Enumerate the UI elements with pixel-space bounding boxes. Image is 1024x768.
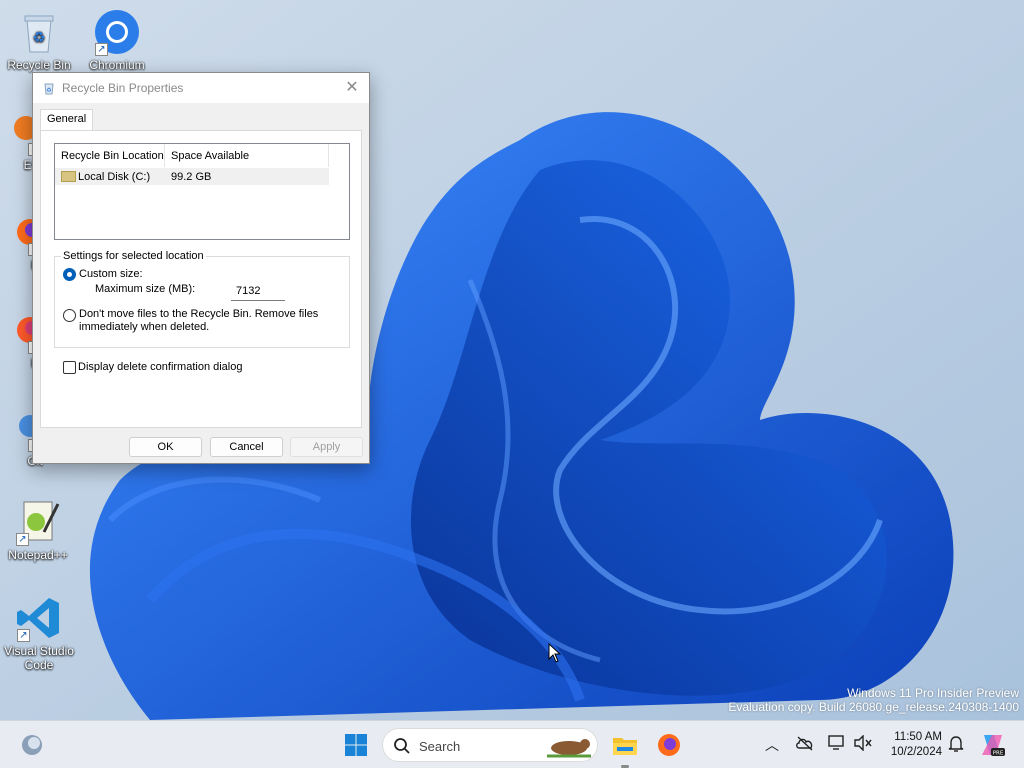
delete-confirmation-checkbox[interactable] bbox=[63, 361, 76, 374]
onedrive-tray-button[interactable] bbox=[795, 735, 815, 754]
show-hidden-icons-button[interactable]: ︿ bbox=[765, 735, 779, 755]
windows-watermark: Windows 11 Pro Insider Preview Evaluatio… bbox=[728, 686, 1019, 714]
bell-icon bbox=[948, 736, 964, 752]
dialog-title: Recycle Bin Properties bbox=[62, 81, 184, 95]
desktop-icon-label: Recycle Bin bbox=[7, 58, 71, 72]
network-icon bbox=[828, 735, 844, 750]
windows-logo-icon bbox=[345, 734, 367, 756]
search-icon bbox=[394, 738, 410, 754]
list-header: Recycle Bin Location Space Available bbox=[55, 144, 349, 168]
folder-icon bbox=[61, 171, 76, 183]
watermark-line-2: Evaluation copy. Build 26080.ge_release.… bbox=[728, 700, 1019, 714]
desktop-icon-label: Chromium bbox=[89, 58, 145, 72]
chromium-icon: ↗ bbox=[93, 8, 141, 56]
list-item[interactable]: Local Disk (C:) 99.2 GB bbox=[55, 168, 329, 185]
tab-general[interactable]: General bbox=[40, 109, 94, 131]
desktop-icon-recycle-bin[interactable]: ♻ Recycle Bin bbox=[1, 8, 77, 72]
widgets-button[interactable] bbox=[16, 729, 48, 761]
ok-button[interactable]: OK bbox=[129, 437, 202, 457]
notifications-button[interactable] bbox=[948, 735, 964, 756]
recycle-bin-location-list[interactable]: Recycle Bin Location Space Available Loc… bbox=[54, 143, 350, 240]
general-tab-page: Recycle Bin Location Space Available Loc… bbox=[40, 130, 362, 428]
recycle-bin-properties-dialog: ♻ Recycle Bin Properties ✕ General Recyc… bbox=[32, 72, 370, 464]
max-size-label: Maximum size (MB): bbox=[95, 283, 196, 295]
close-icon: ✕ bbox=[345, 79, 359, 96]
notepad-plus-plus-icon: ↗ bbox=[14, 498, 62, 546]
cloud-offline-icon bbox=[796, 736, 813, 751]
recycle-bin-small-icon: ♻ bbox=[42, 81, 56, 95]
watermark-line-1: Windows 11 Pro Insider Preview bbox=[847, 686, 1019, 700]
cancel-button[interactable]: Cancel bbox=[210, 437, 283, 457]
search-placeholder: Search bbox=[419, 739, 461, 754]
apply-button[interactable]: Apply bbox=[290, 437, 363, 457]
firefox-taskbar-button[interactable] bbox=[653, 729, 685, 761]
close-button[interactable]: ✕ bbox=[341, 78, 363, 98]
space-available-value: 99.2 GB bbox=[171, 170, 212, 183]
desktop-icon-vscode[interactable]: ↗ Visual Studio Code bbox=[1, 594, 77, 672]
volume-tray-button[interactable] bbox=[853, 734, 873, 754]
copilot-button[interactable]: PRE bbox=[978, 731, 1006, 759]
desktop-icon-notepad-plus-plus[interactable]: ↗ Notepad++ bbox=[0, 498, 76, 562]
shortcut-arrow-icon: ↗ bbox=[95, 43, 108, 56]
max-size-input[interactable] bbox=[231, 281, 285, 301]
file-explorer-icon bbox=[613, 738, 637, 755]
speaker-muted-icon bbox=[854, 734, 872, 752]
start-button[interactable] bbox=[340, 729, 372, 761]
column-header-location[interactable]: Recycle Bin Location bbox=[55, 144, 165, 167]
custom-size-radio[interactable] bbox=[63, 268, 76, 281]
recycle-bin-icon: ♻ bbox=[15, 8, 63, 56]
custom-size-label: Custom size: bbox=[79, 268, 143, 280]
desktop-icon-label: Notepad++ bbox=[8, 548, 68, 562]
taskbar: Search ︿ 11:50 AM 10/2/2024 PRE bbox=[0, 720, 1024, 768]
copilot-icon: PRE bbox=[982, 735, 1005, 757]
dont-move-files-radio[interactable] bbox=[63, 309, 76, 322]
desktop-icon-label: Visual Studio Code bbox=[4, 644, 74, 672]
settings-group-legend: Settings for selected location bbox=[61, 250, 206, 262]
dont-move-files-label-line2: immediately when deleted. bbox=[79, 321, 210, 333]
shortcut-arrow-icon: ↗ bbox=[17, 629, 30, 642]
location-name: Local Disk (C:) bbox=[78, 170, 151, 183]
desktop-icon-chromium[interactable]: ↗ Chromium bbox=[79, 8, 155, 72]
network-tray-button[interactable] bbox=[827, 735, 847, 754]
shortcut-arrow-icon: ↗ bbox=[16, 533, 29, 546]
clock-date: 10/2/2024 bbox=[890, 746, 942, 758]
firefox-icon bbox=[658, 734, 680, 756]
widgets-icon bbox=[22, 735, 42, 755]
clock-time: 11:50 AM bbox=[894, 731, 942, 743]
svg-text:PRE: PRE bbox=[993, 751, 1004, 757]
search-highlight-icon bbox=[547, 739, 591, 758]
column-header-space[interactable]: Space Available bbox=[165, 144, 329, 167]
svg-text:♻: ♻ bbox=[33, 30, 46, 46]
chevron-up-icon: ︿ bbox=[765, 737, 779, 753]
file-explorer-button[interactable] bbox=[609, 729, 641, 768]
delete-confirmation-label: Display delete confirmation dialog bbox=[78, 361, 243, 373]
vscode-icon: ↗ bbox=[15, 594, 63, 642]
settings-group: Settings for selected location Custom si… bbox=[54, 250, 350, 348]
taskbar-search-box[interactable]: Search bbox=[382, 728, 598, 762]
mouse-cursor-icon bbox=[548, 643, 562, 663]
tab-strip: General bbox=[40, 109, 94, 131]
dialog-titlebar[interactable]: ♻ Recycle Bin Properties bbox=[33, 73, 369, 103]
dont-move-files-label-line1: Don't move files to the Recycle Bin. Rem… bbox=[79, 308, 319, 320]
svg-text:♻: ♻ bbox=[46, 87, 51, 94]
taskbar-clock[interactable]: 11:50 AM 10/2/2024 bbox=[880, 730, 942, 760]
